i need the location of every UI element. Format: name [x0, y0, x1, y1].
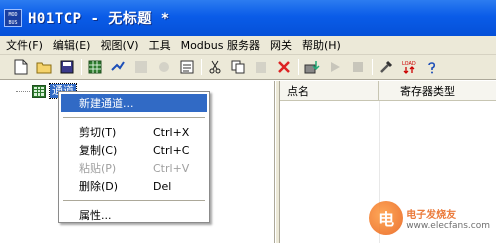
download-icon[interactable] — [303, 58, 321, 76]
menu-separator — [63, 200, 205, 201]
device-icon[interactable] — [86, 58, 104, 76]
toolbar-separator — [298, 59, 299, 75]
run-icon[interactable] — [326, 58, 344, 76]
watermark-url: www.elecfans.com — [406, 220, 490, 231]
connect-icon[interactable] — [109, 58, 127, 76]
new-file-icon[interactable] — [12, 58, 30, 76]
watermark: 电 电子发烧友 www.elecfans.com — [369, 201, 490, 235]
column-header-point-name[interactable]: 点名 — [280, 81, 379, 100]
watermark-top-text: 电子发烧友 — [406, 209, 457, 221]
menu-item-new-channel[interactable]: 新建通道... — [61, 94, 207, 112]
menu-item-cut[interactable]: 剪切(T) Ctrl+X — [61, 123, 207, 141]
watermark-logo: 电 — [369, 201, 404, 235]
properties-icon[interactable] — [178, 58, 196, 76]
menu-bar: 文件(F) 编辑(E) 视图(V) 工具 Modbus 服务器 网关 帮助(H) — [0, 36, 496, 55]
cut-icon[interactable] — [206, 58, 224, 76]
copy-icon[interactable] — [229, 58, 247, 76]
open-folder-icon[interactable] — [35, 58, 53, 76]
menu-file[interactable]: 文件(F) — [6, 37, 43, 53]
toolbar-separator — [81, 59, 82, 75]
modbus-app-icon: MOD BUS — [4, 9, 22, 27]
menu-item-paste[interactable]: 粘贴(P) Ctrl+V — [61, 159, 207, 177]
context-menu: 新建通道... 剪切(T) Ctrl+X 复制(C) Ctrl+C 粘贴(P) … — [58, 91, 210, 223]
save-icon[interactable] — [58, 58, 76, 76]
menu-modbus-server[interactable]: Modbus 服务器 — [181, 37, 260, 53]
delete-icon[interactable] — [275, 58, 293, 76]
toolbar-separator — [201, 59, 202, 75]
svg-text:LOAD: LOAD — [402, 61, 416, 67]
help-icon[interactable] — [423, 58, 441, 76]
tree-connector — [16, 90, 30, 92]
gear-icon[interactable] — [155, 58, 173, 76]
grid-icon[interactable] — [132, 58, 150, 76]
menu-help[interactable]: 帮助(H) — [302, 37, 341, 53]
title-bar[interactable]: MOD BUS H01TCP - 无标题 * — [0, 0, 496, 36]
toolbar-separator — [372, 59, 373, 75]
menu-edit[interactable]: 编辑(E) — [53, 37, 91, 53]
column-header-register-type[interactable]: 寄存器类型 — [379, 81, 496, 100]
watermark-text: 电子发烧友 www.elecfans.com — [406, 206, 490, 231]
channel-icon — [32, 84, 46, 98]
menu-item-properties[interactable]: 属性... — [61, 206, 207, 224]
paste-icon[interactable] — [252, 58, 270, 76]
menu-item-copy[interactable]: 复制(C) Ctrl+C — [61, 141, 207, 159]
window-title: H01TCP - 无标题 * — [28, 11, 170, 27]
menu-item-delete[interactable]: 删除(D) Del — [61, 177, 207, 195]
stop-icon[interactable] — [349, 58, 367, 76]
menu-view[interactable]: 视图(V) — [100, 37, 138, 53]
tools-icon[interactable] — [377, 58, 395, 76]
menu-separator — [63, 117, 205, 118]
load-icon[interactable]: LOAD — [400, 58, 418, 76]
toolbar: LOAD — [0, 55, 496, 80]
list-header: 点名 寄存器类型 — [280, 81, 496, 101]
menu-gateway[interactable]: 网关 — [270, 37, 292, 53]
menu-tools[interactable]: 工具 — [149, 37, 171, 53]
